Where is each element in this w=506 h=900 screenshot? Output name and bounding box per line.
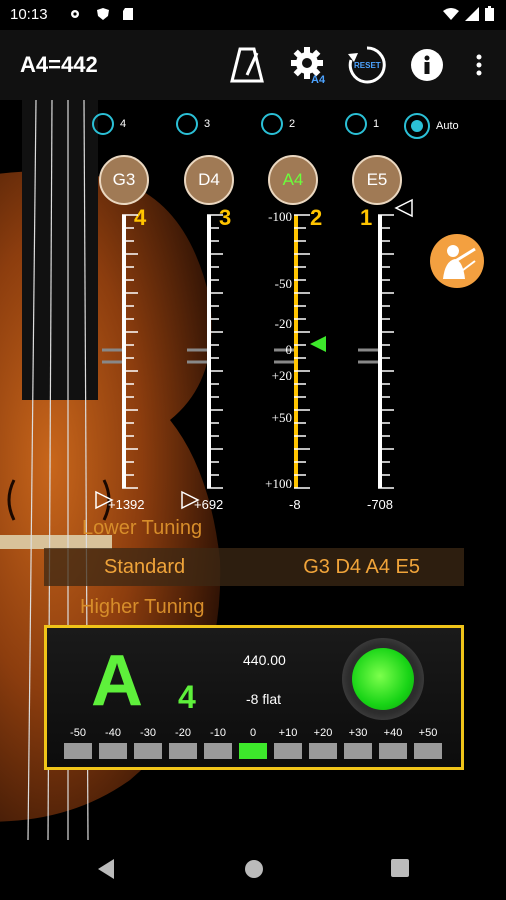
meter-segment bbox=[204, 743, 232, 759]
meter-label: +10 bbox=[278, 727, 298, 739]
meter-label: +50 bbox=[418, 727, 438, 739]
detected-note: A bbox=[91, 641, 143, 721]
meter-label: -40 bbox=[105, 727, 121, 739]
fiddler-button[interactable] bbox=[430, 234, 484, 288]
cents-deviation: -8 flat bbox=[246, 691, 282, 707]
scale-label: +20 bbox=[271, 368, 292, 383]
scale-label: -20 bbox=[274, 316, 292, 331]
lower-tuning-button[interactable]: Lower Tuning bbox=[82, 517, 202, 540]
meter-label: -20 bbox=[175, 727, 191, 739]
tuning-notes: G3 D4 A4 E5 bbox=[303, 556, 420, 578]
recents-button[interactable] bbox=[390, 858, 410, 878]
in-tune-indicator bbox=[342, 638, 424, 720]
higher-tuning-button[interactable]: Higher Tuning bbox=[80, 596, 205, 619]
pointer-a4 bbox=[310, 336, 326, 352]
meter-segment bbox=[99, 743, 127, 759]
pointer-e5 bbox=[394, 198, 413, 218]
meter-segment bbox=[414, 743, 442, 759]
scale-label: -50 bbox=[274, 276, 292, 291]
meter-segment bbox=[344, 743, 372, 759]
tuner-readout-panel: A 4 440.00 -8 flat -50 -40 -30 -20 -10 0 +10 +2… bbox=[44, 625, 464, 770]
scale-label: +100 bbox=[265, 476, 292, 491]
fiddler-icon bbox=[443, 245, 476, 279]
meter-segment bbox=[379, 743, 407, 759]
meter-label: 0 bbox=[249, 727, 257, 739]
string-offset-d4: +692 bbox=[194, 497, 224, 512]
tuning-name: Standard bbox=[104, 556, 186, 578]
back-button[interactable] bbox=[96, 858, 116, 880]
scale-label: +50 bbox=[271, 410, 292, 425]
meter-label: +40 bbox=[383, 727, 403, 739]
indicator-light bbox=[352, 648, 414, 710]
meter-label: -30 bbox=[140, 727, 156, 739]
string-offset-a4: -8 bbox=[289, 497, 301, 512]
target-frequency: 440.00 bbox=[243, 652, 286, 668]
scale-label: -100 bbox=[268, 209, 292, 224]
meter-segment bbox=[134, 743, 162, 759]
meter-label: -50 bbox=[70, 727, 86, 739]
meter-segment bbox=[239, 743, 267, 759]
string-offset-g3: +1392 bbox=[108, 497, 145, 512]
meter-segment bbox=[64, 743, 92, 759]
tuning-selector[interactable]: Standard G3 D4 A4 E5 bbox=[44, 548, 464, 586]
string-offset-e5: -708 bbox=[367, 497, 394, 512]
meter-label: +20 bbox=[313, 727, 333, 739]
meter-label: +30 bbox=[348, 727, 368, 739]
meter-label: -10 bbox=[210, 727, 226, 739]
meter-segment bbox=[309, 743, 337, 759]
detected-octave: 4 bbox=[178, 679, 196, 715]
navigation-bar bbox=[0, 840, 506, 900]
meter-segment bbox=[274, 743, 302, 759]
home-button[interactable] bbox=[243, 858, 265, 880]
scale-label: 0 bbox=[285, 342, 293, 357]
meter-segment bbox=[169, 743, 197, 759]
